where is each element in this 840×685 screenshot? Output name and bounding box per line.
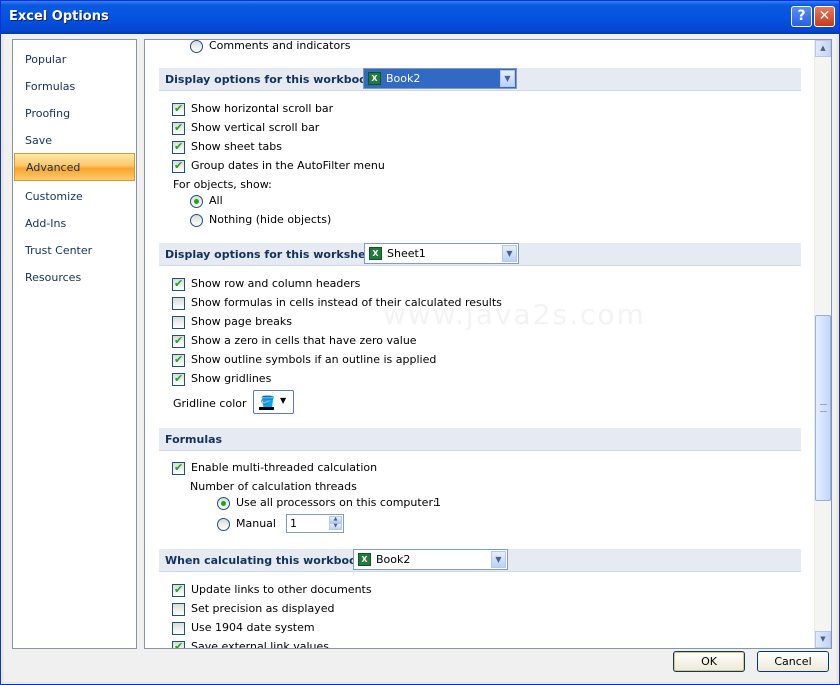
window-title: Excel Options bbox=[9, 9, 109, 24]
nav-item-resources[interactable]: Resources bbox=[25, 271, 81, 284]
row-column-headers-checkbox[interactable] bbox=[172, 277, 185, 291]
section-workbook-display: Display options for this workbook: X Boo… bbox=[159, 68, 801, 91]
objects-nothing-label: Nothing (hide objects) bbox=[209, 213, 332, 226]
formulas-header: Formulas bbox=[165, 433, 223, 446]
chevron-down-icon[interactable]: ▼ bbox=[491, 551, 506, 568]
dialog-client: Popular Formulas Proofing Save Advanced … bbox=[4, 34, 836, 682]
calc-threads-label: Number of calculation threads bbox=[190, 480, 357, 493]
excel-sheet-icon: X bbox=[369, 247, 382, 260]
color-swatch bbox=[259, 407, 274, 410]
spinner-arrows[interactable]: ▲ ▼ bbox=[329, 516, 342, 531]
nav-item-customize[interactable]: Customize bbox=[25, 190, 83, 203]
workbook-select-value: Book2 bbox=[386, 72, 421, 85]
vertical-scrollbar[interactable]: ▲ ▼ bbox=[814, 40, 831, 648]
nav-item-save[interactable]: Save bbox=[25, 134, 52, 147]
when-calculating-header: When calculating this workbook: bbox=[165, 554, 369, 567]
processor-count: 1 bbox=[434, 496, 441, 509]
category-nav: Popular Formulas Proofing Save Advanced … bbox=[12, 39, 137, 649]
scrollbar-thumb[interactable] bbox=[815, 315, 831, 501]
sheet-tabs-label: Show sheet tabs bbox=[191, 140, 282, 153]
gridline-color-label: Gridline color bbox=[173, 397, 247, 410]
nav-item-advanced-label: Advanced bbox=[26, 161, 81, 174]
show-formulas-label: Show formulas in cells instead of their … bbox=[191, 296, 502, 309]
page-breaks-checkbox[interactable] bbox=[172, 316, 185, 329]
manual-threads-label: Manual bbox=[236, 517, 276, 530]
objects-all-label: All bbox=[209, 194, 223, 207]
nav-item-add-ins[interactable]: Add-Ins bbox=[25, 217, 66, 230]
calc-workbook-select[interactable]: X Book2 ▼ bbox=[353, 549, 508, 570]
nav-item-proofing[interactable]: Proofing bbox=[25, 107, 70, 120]
group-dates-checkbox[interactable] bbox=[172, 159, 185, 173]
nav-item-trust-center[interactable]: Trust Center bbox=[25, 244, 92, 257]
spin-up-icon[interactable]: ▲ bbox=[329, 516, 342, 523]
scroll-down-icon[interactable]: ▼ bbox=[815, 631, 831, 648]
scroll-up-icon[interactable]: ▲ bbox=[815, 40, 831, 57]
outline-symbols-label: Show outline symbols if an outline is ap… bbox=[191, 353, 437, 366]
advanced-options-panel: www.java2s.com Comments and indicators D… bbox=[144, 39, 832, 649]
zero-values-checkbox[interactable] bbox=[172, 334, 185, 348]
nav-item-advanced[interactable]: Advanced bbox=[14, 153, 135, 181]
outline-symbols-checkbox[interactable] bbox=[172, 353, 185, 367]
cancel-button[interactable]: Cancel bbox=[757, 651, 829, 672]
group-dates-label: Group dates in the AutoFilter menu bbox=[191, 159, 385, 172]
vertical-scroll-label: Show vertical scroll bar bbox=[191, 121, 320, 134]
chevron-down-icon[interactable]: ▼ bbox=[502, 245, 517, 262]
objects-nothing-radio[interactable] bbox=[190, 214, 203, 227]
worksheet-display-header: Display options for this worksheet: bbox=[165, 248, 383, 261]
comments-and-indicators-label: Comments and indicators bbox=[209, 39, 351, 52]
calc-workbook-select-value: Book2 bbox=[376, 553, 411, 566]
save-external-links-label: Save external link values bbox=[191, 640, 329, 649]
worksheet-select-value: Sheet1 bbox=[387, 247, 426, 260]
set-precision-checkbox[interactable] bbox=[172, 603, 185, 616]
use-all-processors-label: Use all processors on this computer: bbox=[236, 496, 437, 509]
manual-threads-spinner[interactable]: 1 ▲ ▼ bbox=[286, 514, 344, 533]
excel-workbook-icon: X bbox=[368, 72, 381, 85]
date-1904-label: Use 1904 date system bbox=[191, 621, 315, 634]
title-bar[interactable]: Excel Options ? ✕ bbox=[1, 1, 839, 34]
manual-threads-radio[interactable] bbox=[217, 518, 230, 531]
gridline-color-picker[interactable]: 🪣 ▼ bbox=[253, 390, 294, 414]
manual-threads-value: 1 bbox=[290, 517, 297, 530]
workbook-select[interactable]: X Book2 ▼ bbox=[363, 68, 517, 89]
close-button[interactable]: ✕ bbox=[814, 6, 835, 27]
multithread-label: Enable multi-threaded calculation bbox=[191, 461, 378, 474]
for-objects-label: For objects, show: bbox=[173, 178, 272, 191]
worksheet-select[interactable]: X Sheet1 ▼ bbox=[364, 243, 519, 264]
show-formulas-checkbox[interactable] bbox=[172, 297, 185, 310]
date-1904-checkbox[interactable] bbox=[172, 622, 185, 635]
zero-values-label: Show a zero in cells that have zero valu… bbox=[191, 334, 417, 347]
horizontal-scroll-checkbox[interactable] bbox=[172, 102, 185, 116]
update-links-checkbox[interactable] bbox=[172, 583, 185, 597]
row-column-headers-label: Show row and column headers bbox=[191, 277, 361, 290]
nav-item-popular[interactable]: Popular bbox=[25, 53, 66, 66]
gridlines-checkbox[interactable] bbox=[172, 372, 185, 386]
comments-and-indicators-radio[interactable] bbox=[190, 40, 203, 53]
excel-workbook-icon: X bbox=[358, 553, 371, 566]
multithread-checkbox[interactable] bbox=[172, 461, 185, 475]
dropdown-arrow-icon: ▼ bbox=[280, 396, 287, 405]
chevron-down-icon[interactable]: ▼ bbox=[500, 70, 515, 87]
spin-down-icon[interactable]: ▼ bbox=[329, 523, 342, 530]
save-external-links-checkbox[interactable] bbox=[172, 640, 185, 648]
section-formulas: Formulas bbox=[159, 428, 801, 451]
use-all-processors-radio[interactable] bbox=[217, 497, 230, 510]
objects-all-radio[interactable] bbox=[190, 195, 203, 208]
excel-options-window: Excel Options ? ✕ Popular Formulas Proof… bbox=[0, 0, 840, 685]
nav-item-formulas[interactable]: Formulas bbox=[25, 80, 75, 93]
horizontal-scroll-label: Show horizontal scroll bar bbox=[191, 102, 334, 115]
gridlines-label: Show gridlines bbox=[191, 372, 272, 385]
help-button[interactable]: ? bbox=[791, 6, 812, 27]
section-worksheet-display: Display options for this worksheet: X Sh… bbox=[159, 243, 801, 266]
update-links-label: Update links to other documents bbox=[191, 583, 372, 596]
page-breaks-label: Show page breaks bbox=[191, 315, 293, 328]
grip-icon bbox=[820, 404, 827, 412]
set-precision-label: Set precision as displayed bbox=[191, 602, 335, 615]
sheet-tabs-checkbox[interactable] bbox=[172, 140, 185, 154]
section-when-calculating: When calculating this workbook: X Book2 … bbox=[159, 549, 801, 572]
workbook-display-header: Display options for this workbook: bbox=[165, 73, 379, 86]
ok-button[interactable]: OK bbox=[673, 651, 745, 672]
vertical-scroll-checkbox[interactable] bbox=[172, 121, 185, 135]
